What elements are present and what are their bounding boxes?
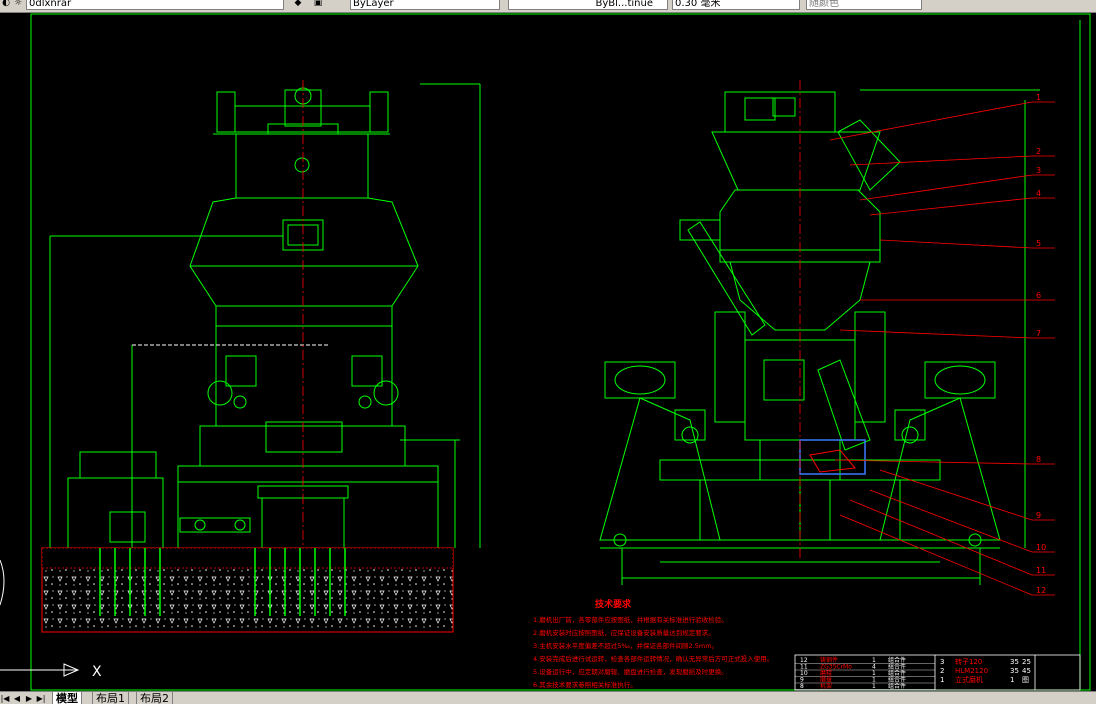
tech-req-line: 3.主机安装水平度偏差不超过5‰，并保证各部件间隙2.5mm。 (533, 641, 718, 650)
balloon-6: 6 (1036, 291, 1041, 300)
tech-req-line: 6.其余技术要求参照相关标准执行。 (533, 680, 637, 689)
plotstyle-dropdown-value: 随颜色 (809, 0, 839, 9)
layer-dropdown-value: 0dlxnrar (29, 0, 72, 9)
balloon-2: 2 (1036, 147, 1041, 156)
drawing-canvas[interactable]: 123456789101112 技术要求 1.磨机出厂前，各零部件应按图纸，并根… (0, 12, 1096, 692)
title-block-cell: 2 (940, 667, 944, 675)
axis-x-label: X (92, 664, 102, 680)
balloon-4: 4 (1036, 189, 1041, 198)
layer-dropdown[interactable]: 0dlxnrar (26, 0, 284, 10)
lineweight-dropdown[interactable]: 0.30 毫米 (672, 0, 800, 10)
tab-layout2[interactable]: 布局2 (136, 692, 173, 704)
color-dropdown[interactable]: ByLayer (350, 0, 500, 10)
next-tab-icon[interactable]: ▶ (24, 693, 34, 704)
technical-requirements: 技术要求 1.磨机出厂前，各零部件应按图纸，并根据有关标准进行验收检验。 2.磨机… (533, 598, 773, 689)
right-section-view (599, 20, 1081, 690)
balloon-3: 3 (1036, 166, 1041, 175)
balloon-5: 5 (1036, 239, 1041, 248)
linetype-dropdown[interactable]: ByBl...tinue (508, 0, 668, 10)
lineweight-dropdown-value: 0.30 毫米 (675, 0, 721, 9)
linetype-dropdown-value: ByBl...tinue (595, 0, 653, 9)
title-block-cell: 转子120 (955, 657, 982, 666)
balloon-1: 1 (1036, 93, 1041, 102)
title-block-cell: 3 (940, 658, 944, 666)
left-elevation-view (49, 83, 481, 549)
title-block-cell: 1 (1010, 676, 1014, 684)
sun-icon[interactable]: ☼ (12, 0, 24, 9)
title-block-cell: 立式磨机 (955, 675, 983, 684)
leader-lines (829, 101, 1055, 596)
tech-req-line: 2.磨机安装时应按照图纸，应保证设备安装质量达到规定要求。 (533, 628, 715, 637)
layer-previous-icon[interactable]: ▣ (312, 0, 324, 9)
tech-req-line: 5.设备运行中，应定期对磨辊、磨盘进行检查，发现磨损及时更换。 (533, 667, 728, 676)
last-tab-icon[interactable]: ▶| (36, 693, 46, 704)
tech-req-title: 技术要求 (595, 598, 632, 610)
roller-detail-blue (799, 439, 866, 475)
title-block-cell: 25 (1022, 658, 1031, 666)
title-block: 12 铸钢件 1 组合件11 ZG35CrMo 4 组合件10 磨辊 1 组合件9 磨盘 1 组合件8 机… (794, 654, 1081, 691)
title-block-cell: 1 (872, 683, 876, 690)
color-dropdown-value: ByLayer (353, 0, 394, 9)
tech-req-line: 4.安装完成后进行试运转，检查各部件运转情况，确认无异常后方可正式投入使用。 (533, 654, 773, 663)
tab-model[interactable]: 模型 (52, 692, 82, 704)
tab-layout1[interactable]: 布局1 (92, 692, 129, 704)
make-current-icon[interactable]: ◆ (292, 0, 304, 9)
balloon-9: 9 (1036, 511, 1041, 520)
title-block-cell: 1 (940, 676, 944, 684)
balloon-12: 12 (1036, 586, 1046, 595)
title-block-cell: 组合件 (888, 682, 906, 690)
title-block-cell: 35 (1010, 667, 1019, 675)
balloon-8: 8 (1036, 455, 1041, 464)
title-block-cell: 35 (1010, 658, 1019, 666)
prev-tab-icon[interactable]: ◀ (12, 693, 22, 704)
title-block-cell: 图 (1022, 676, 1029, 684)
balloon-11: 11 (1036, 566, 1046, 575)
title-block-cell: HLM2120 (955, 667, 988, 675)
roller-detail-red (809, 449, 856, 473)
title-block-cell: 8 (800, 683, 804, 690)
plotstyle-dropdown[interactable]: 随颜色 (806, 0, 922, 10)
foundation (41, 547, 454, 633)
title-block-cell: 45 (1022, 667, 1031, 675)
balloon-7: 7 (1036, 329, 1041, 338)
layout-tabs: |◀ ◀ ▶ ▶| 模型 布局1 布局2 (0, 691, 1096, 704)
title-block-cell: 机架 (820, 682, 832, 690)
layer-state-icon[interactable]: ◐ (0, 0, 12, 9)
tech-req-line: 1.磨机出厂前，各零部件应按图纸，并根据有关标准进行验收检验。 (533, 615, 728, 624)
first-tab-icon[interactable]: |◀ (0, 693, 10, 704)
balloon-10: 10 (1036, 543, 1046, 552)
